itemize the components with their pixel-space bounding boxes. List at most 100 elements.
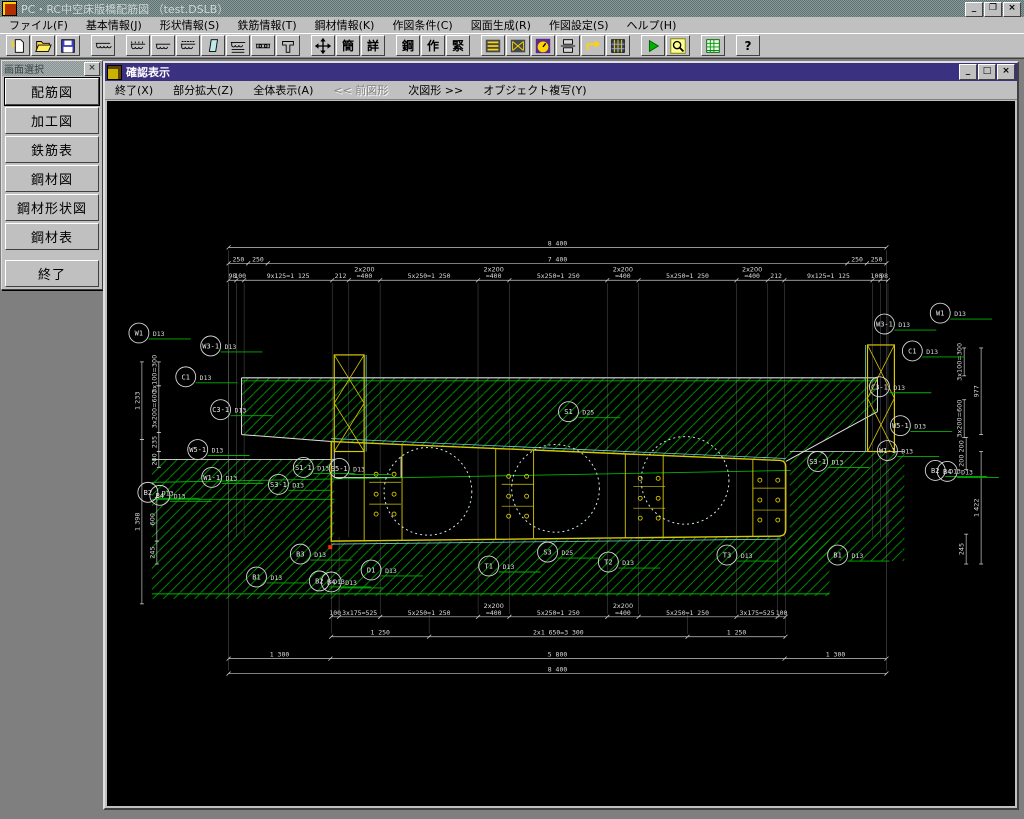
menu-item-3[interactable]: 鉄筋情報(T) [228, 16, 305, 34]
palette-button-3[interactable]: 鋼材図 [5, 165, 99, 192]
svg-text:245: 245 [958, 543, 966, 555]
palette-button-0[interactable]: 配筋図 [5, 78, 99, 105]
svg-text:D13: D13 [622, 559, 634, 567]
new-file-icon[interactable] [6, 35, 30, 56]
plate-view-icon[interactable] [201, 35, 225, 56]
svg-text:=400: =400 [615, 609, 631, 617]
viewer-menu-item-0[interactable]: 終了(X) [105, 81, 163, 99]
redo-arrow-icon[interactable] [581, 35, 605, 56]
svg-text:1 233: 1 233 [133, 391, 141, 410]
viewer-maximize-button[interactable]: □ [978, 64, 996, 80]
palette-button-5[interactable]: 鋼材表 [5, 223, 99, 250]
section-plain-icon[interactable] [151, 35, 175, 56]
palette-button-2[interactable]: 鉄筋表 [5, 136, 99, 163]
menu-item-8[interactable]: ヘルプ(H) [618, 16, 686, 34]
svg-text:1 422: 1 422 [973, 499, 981, 518]
svg-text:235: 235 [150, 436, 158, 448]
palette-title-bar[interactable]: 画面選択 × [2, 61, 102, 76]
svg-text:B4: B4 [943, 468, 951, 476]
steel-button[interactable]: 鋼 [396, 35, 420, 56]
gauge-icon[interactable] [531, 35, 555, 56]
viewer-title-bar[interactable]: 確認表示 _ □ × [105, 63, 1017, 81]
menu-item-5[interactable]: 作図条件(C) [383, 16, 461, 34]
section-rebar-icon[interactable] [176, 35, 200, 56]
svg-text:3x100=300: 3x100=300 [956, 343, 964, 381]
svg-text:S3-1: S3-1 [809, 458, 826, 466]
menu-item-4[interactable]: 鋼材情報(K) [306, 16, 384, 34]
title-bar[interactable]: PC・RC中空床版橋配筋図 （test.DSLB） _ ❐ × [0, 0, 1024, 17]
svg-text:D13: D13 [914, 423, 926, 431]
menu-item-6[interactable]: 図面生成(R) [462, 16, 540, 34]
palette-exit-button[interactable]: 終了 [5, 260, 99, 287]
svg-text:100: 100 [234, 272, 246, 280]
section-view-icon[interactable] [91, 35, 115, 56]
viewer-menu-item-4[interactable]: 次図形 >> [398, 81, 473, 99]
section-table-icon[interactable] [226, 35, 250, 56]
palette-close-icon[interactable]: × [84, 62, 100, 76]
svg-text:S5-1: S5-1 [331, 465, 348, 473]
svg-text:S3-1: S3-1 [270, 481, 287, 489]
pan-move-icon[interactable] [311, 35, 335, 56]
drawing-canvas[interactable]: 8 4002502507 400250250981009x125=1 12521… [107, 101, 1015, 806]
t-section-icon[interactable] [276, 35, 300, 56]
svg-text:977: 977 [973, 385, 981, 397]
svg-text:D1: D1 [367, 566, 375, 574]
svg-text:D13: D13 [270, 574, 282, 582]
screen-select-palette: 画面選択 × 配筋図加工図鉄筋表鋼材図鋼材形状図鋼材表終了 [1, 60, 103, 290]
section-marks-icon[interactable] [126, 35, 150, 56]
svg-text:250: 250 [871, 255, 883, 263]
viewer-close-button[interactable]: × [997, 64, 1015, 80]
save-icon[interactable] [56, 35, 80, 56]
minimize-button[interactable]: _ [965, 2, 983, 17]
svg-text:D13: D13 [292, 481, 304, 489]
table-icon[interactable] [606, 35, 630, 56]
svg-text:D25: D25 [582, 409, 594, 417]
svg-text:250: 250 [851, 255, 863, 263]
make-button[interactable]: 作 [421, 35, 445, 56]
svg-text:9x125=1 125: 9x125=1 125 [807, 272, 850, 280]
preview-zoom-icon[interactable] [666, 35, 690, 56]
svg-text:=400: =400 [615, 272, 631, 280]
open-file-icon[interactable] [31, 35, 55, 56]
palette-button-1[interactable]: 加工図 [5, 107, 99, 134]
svg-text:W3-1: W3-1 [876, 321, 893, 329]
layers-icon[interactable] [481, 35, 505, 56]
palette-button-4[interactable]: 鋼材形状図 [5, 194, 99, 221]
help-icon[interactable]: ? [736, 35, 760, 56]
svg-text:3x200=600: 3x200=600 [956, 400, 964, 438]
svg-text:D13: D13 [898, 321, 910, 329]
restore-button[interactable]: ❐ [984, 2, 1002, 17]
bridge-section-drawing: 8 4002502507 400250250981009x125=1 12521… [107, 101, 1015, 806]
menu-item-2[interactable]: 形状情報(S) [151, 16, 229, 34]
section-wide-icon[interactable] [251, 35, 275, 56]
close-button[interactable]: × [1003, 2, 1021, 17]
svg-text:B4: B4 [327, 578, 335, 586]
cross-brace-icon[interactable] [506, 35, 530, 56]
svg-text:T1: T1 [485, 563, 493, 571]
run-icon[interactable] [641, 35, 665, 56]
svg-text:3x200=600: 3x200=600 [150, 390, 158, 428]
split-section-icon[interactable] [556, 35, 580, 56]
detail-mode-button[interactable]: 詳 [361, 35, 385, 56]
menu-item-7[interactable]: 作図設定(S) [540, 16, 618, 34]
toolbar-group-0 [6, 35, 80, 56]
grid-table-icon[interactable] [701, 35, 725, 56]
simple-mode-button[interactable]: 簡 [336, 35, 360, 56]
svg-text:S1-1: S1-1 [295, 464, 312, 472]
svg-text:5x250=1 250: 5x250=1 250 [408, 272, 451, 280]
svg-text:W1: W1 [135, 330, 143, 338]
menu-item-1[interactable]: 基本情報(J) [77, 16, 151, 34]
svg-text:200 200: 200 200 [958, 440, 966, 467]
toolbar-group-1 [91, 35, 115, 56]
svg-text:D13: D13 [926, 348, 938, 356]
menu-item-0[interactable]: ファイル(F) [0, 16, 77, 34]
svg-text:8 400: 8 400 [548, 666, 568, 674]
viewer-menu-item-1[interactable]: 部分拡大(Z) [163, 81, 243, 99]
viewer-minimize-button[interactable]: _ [959, 64, 977, 80]
svg-text:D13: D13 [954, 310, 966, 318]
svg-text:T3: T3 [723, 552, 731, 560]
viewer-menu-item-2[interactable]: 全体表示(A) [243, 81, 323, 99]
viewer-menu-item-5[interactable]: オブジェクト複写(Y) [473, 81, 596, 99]
tension-button[interactable]: 緊 [446, 35, 470, 56]
svg-text:B1: B1 [252, 573, 260, 581]
